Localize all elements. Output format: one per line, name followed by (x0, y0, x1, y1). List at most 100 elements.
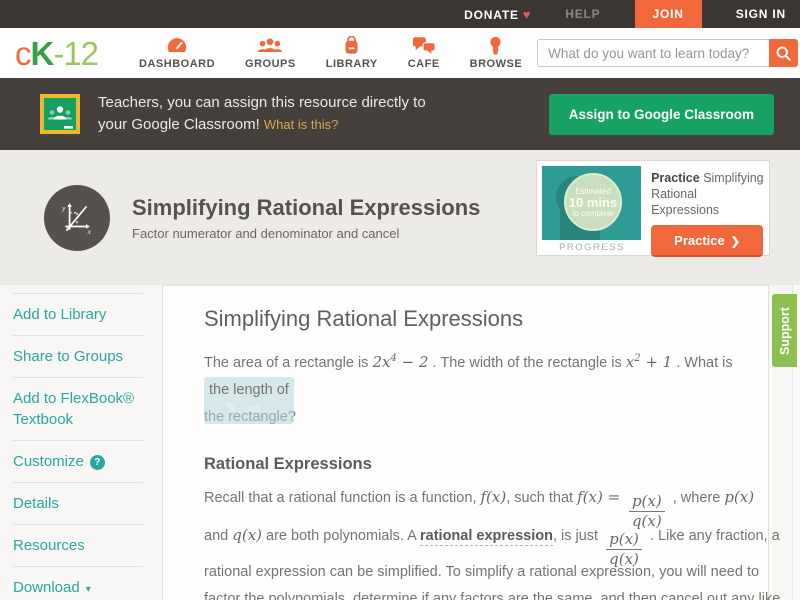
banner-line2-text: your Google Classroom! (98, 116, 264, 133)
main-nav: cK-12 DASHBOARD GROUPS LIBRARY CAFE BROW… (0, 28, 800, 78)
math-px: p(x) (724, 488, 755, 506)
practice-button[interactable]: Practice ❯ (651, 225, 764, 257)
progress-label: PROGRESS (559, 242, 625, 253)
search-icon (776, 46, 792, 61)
svg-text:y: y (61, 203, 66, 212)
lower-area: Add to Library Share to Groups Add to Fl… (0, 285, 800, 600)
ck12-logo[interactable]: cK-12 (15, 34, 99, 72)
browse-icon (490, 36, 502, 55)
svg-text:x: x (87, 226, 92, 235)
para-text: are both polynomials. A (262, 527, 420, 544)
nav-label: GROUPS (245, 58, 296, 70)
banner-line1: Teachers, you can assign this resource d… (98, 94, 426, 111)
search-input[interactable] (537, 39, 770, 67)
glossary-term[interactable]: rational expression (420, 527, 553, 546)
practice-card-title: Practice Simplifying Rational Expression… (651, 170, 764, 218)
topbar: DONATE ♥ HELP JOIN SIGN IN (0, 0, 800, 28)
sidebar-item-share-to-groups[interactable]: Share to Groups (13, 335, 143, 377)
badge-line3: to complete (572, 208, 614, 218)
chevron-right-icon: ❯ (730, 235, 740, 248)
problem-paragraph: The area of a rectangle is 2x4 − 2 . The… (204, 345, 756, 431)
what-is-this-link[interactable]: What is this? (264, 117, 338, 132)
join-button[interactable]: JOIN (634, 0, 702, 28)
progress-thumbnail[interactable]: Estimated 10 mins to complete (542, 166, 642, 240)
banner-line2: your Google Classroom! What is this? (98, 114, 426, 136)
classroom-banner: Teachers, you can assign this resource d… (0, 78, 800, 150)
annotation-icons[interactable]: ✎▭ (225, 394, 272, 421)
note-icon[interactable]: ▭ (248, 400, 272, 415)
rational-expressions-paragraph: Recall that a rational function is a fun… (204, 484, 782, 600)
search-button[interactable] (769, 39, 799, 67)
groups-icon (258, 38, 283, 52)
heart-icon: ♥ (522, 6, 532, 22)
practice-card: Estimated 10 mins to complete PROGRESS P… (536, 160, 770, 257)
sidebar-item-add-to-library[interactable]: Add to Library (13, 293, 143, 335)
math-expression: 2x4 − 2 (372, 353, 429, 371)
sidebar-item-customize[interactable]: Customize? (13, 440, 143, 482)
text-selection-highlight[interactable]: the length of ✎▭ (204, 377, 294, 424)
nav-item-cafe[interactable]: CAFE (393, 36, 455, 70)
problem-text: . What is (672, 355, 733, 371)
nav-label: LIBRARY (325, 58, 378, 70)
customize-label: Customize (13, 453, 84, 470)
concept-graph-icon: y x (44, 184, 110, 251)
para-text: , is just (552, 527, 603, 544)
nav-item-library[interactable]: LIBRARY (311, 36, 393, 70)
estimated-time-badge: Estimated 10 mins to complete (564, 173, 622, 231)
para-text: , such that (506, 490, 578, 506)
para-text: and (204, 527, 233, 544)
nav-label: BROWSE (469, 58, 523, 70)
caret-down-icon: ▾ (85, 584, 91, 595)
content-card: Simplifying Rational Expressions The are… (162, 285, 780, 600)
cafe-icon (412, 37, 436, 54)
sidebar-item-resources[interactable]: Resources (13, 524, 143, 566)
math-fx: f(x) (480, 488, 507, 506)
sign-in-link[interactable]: SIGN IN (736, 7, 786, 21)
help-circle-icon[interactable]: ? (89, 455, 105, 470)
nav-item-dashboard[interactable]: DASHBOARD (124, 36, 230, 70)
nav-items: DASHBOARD GROUPS LIBRARY CAFE BROWSE (124, 36, 537, 70)
classroom-banner-text: Teachers, you can assign this resource d… (98, 92, 426, 136)
badge-line2: 10 mins (568, 194, 618, 210)
help-link[interactable]: HELP (565, 7, 600, 21)
problem-text: The area of a rectangle is (204, 355, 373, 371)
donate-label: DONATE (464, 7, 519, 22)
math-fx: f(x) (577, 488, 603, 506)
dashboard-icon (167, 38, 187, 53)
pencil-icon[interactable]: ✎ (225, 400, 248, 415)
para-text: Recall that a rational function is a fun… (204, 490, 481, 506)
practice-card-right: Practice Simplifying Rational Expression… (651, 166, 764, 257)
section-heading: Rational Expressions (204, 455, 372, 473)
logo-c: c (15, 34, 31, 72)
search-bar (537, 39, 799, 67)
support-tab-label: Support (777, 306, 792, 355)
sidebar-item-download[interactable]: Download ▾ (13, 566, 143, 600)
fraction-pq: p(x) q(x) (628, 493, 665, 530)
logo-suffix: -12 (53, 34, 99, 72)
support-tab[interactable]: Support (772, 294, 797, 367)
assign-to-classroom-button[interactable]: Assign to Google Classroom (548, 93, 774, 135)
problem-text: . The width of the rectangle is (428, 355, 626, 371)
sidebar: Add to Library Share to Groups Add to Fl… (13, 293, 143, 600)
google-classroom-icon[interactable] (40, 94, 80, 134)
para-text: , where (668, 490, 725, 506)
nav-item-browse[interactable]: BROWSE (455, 36, 538, 70)
donate-link[interactable]: DONATE ♥ (464, 7, 531, 22)
equals-sign: = (602, 488, 625, 506)
practice-button-label: Practice (674, 232, 725, 248)
nav-label: CAFE (407, 58, 440, 70)
library-icon (345, 36, 358, 54)
page-title: Simplifying Rational Expressions (132, 194, 481, 220)
math-expression: x2 + 1 (625, 353, 673, 371)
math-qx: q(x) (232, 525, 262, 544)
nav-label: DASHBOARD (139, 58, 216, 70)
content-heading: Simplifying Rational Expressions (204, 306, 524, 331)
page-header-text: Simplifying Rational Expressions Factor … (132, 195, 480, 241)
sidebar-item-details[interactable]: Details (13, 482, 143, 524)
download-label: Download (13, 579, 80, 596)
page-header: y x Simplifying Rational Expressions Fac… (0, 150, 800, 285)
logo-k: K (30, 34, 55, 72)
nav-item-groups[interactable]: GROUPS (230, 36, 311, 70)
sidebar-item-add-to-flexbook[interactable]: Add to FlexBook® Textbook (13, 377, 143, 440)
page-subtitle: Factor numerator and denominator and can… (132, 225, 400, 241)
